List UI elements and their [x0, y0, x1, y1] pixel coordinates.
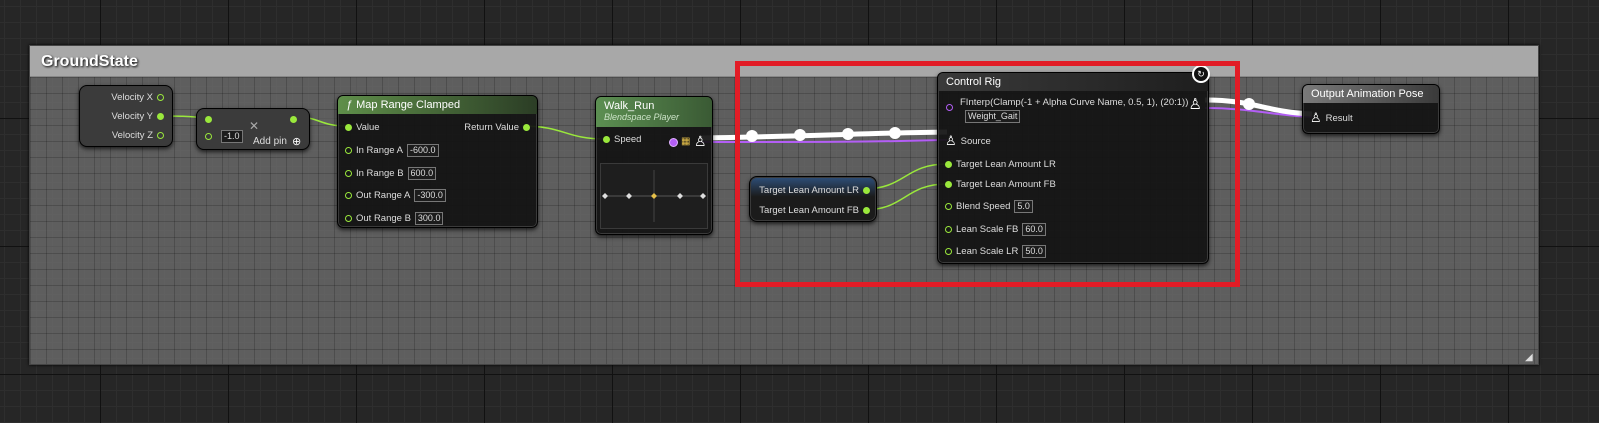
velocity-node[interactable]: Velocity X Velocity Y Velocity Z: [79, 85, 173, 147]
float-pin-icon[interactable]: [290, 116, 297, 123]
pin-out-range-a[interactable]: Out Range A -300.0: [345, 189, 446, 202]
float-pin-icon[interactable]: [205, 133, 212, 140]
float-pin-icon[interactable]: [157, 113, 164, 120]
float-pin-icon[interactable]: [345, 170, 352, 177]
blendspace-preview: [600, 163, 708, 229]
node-header[interactable]: Walk_Run Blendspace Player: [596, 97, 712, 127]
resize-grip-icon[interactable]: ◢: [1525, 352, 1535, 363]
float-pin-icon[interactable]: [523, 124, 530, 131]
float-pin-icon[interactable]: [345, 147, 352, 154]
float-pin-icon[interactable]: [205, 116, 212, 123]
add-pin-label[interactable]: Add pin: [253, 136, 287, 147]
pin-speed[interactable]: Speed: [603, 134, 641, 145]
blendspace-graph: [602, 170, 706, 222]
float-pin-icon[interactable]: [603, 136, 610, 143]
node-header[interactable]: Output Animation Pose: [1303, 85, 1439, 103]
pin-label: In Range A: [356, 145, 404, 156]
pin-return-value[interactable]: Return Value: [464, 122, 530, 133]
node-title: Walk_Run: [604, 100, 655, 112]
node-title: Output Animation Pose: [1311, 88, 1424, 100]
node-title: Map Range Clamped: [356, 99, 461, 111]
value-field[interactable]: 600.0: [407, 167, 437, 180]
blendspace-player-node[interactable]: Walk_Run Blendspace Player Speed ▦ ♙: [595, 96, 713, 235]
bool-pin-icon[interactable]: [669, 138, 678, 147]
float-pin-icon[interactable]: [345, 215, 352, 222]
pin-in-range-a[interactable]: In Range A -600.0: [345, 144, 439, 157]
pin-label: Return Value: [464, 122, 519, 133]
pin-result[interactable]: ♙ Result: [1310, 110, 1353, 126]
pin-label: Velocity Z: [111, 130, 153, 141]
grid-icon: ▦: [681, 136, 691, 147]
pin-label: Velocity Y: [111, 111, 153, 122]
float-pin-icon[interactable]: [345, 124, 352, 131]
float-pin-icon[interactable]: [345, 192, 352, 199]
add-pin-icon[interactable]: ⊕: [292, 135, 301, 148]
output-animation-pose-node[interactable]: Output Animation Pose ♙ Result: [1302, 84, 1440, 134]
pin-label: Velocity X: [111, 92, 153, 103]
map-range-clamped-node[interactable]: ƒ Map Range Clamped Value Return Value In…: [337, 95, 538, 228]
value-field[interactable]: -300.0: [414, 189, 446, 202]
node-header[interactable]: ƒ Map Range Clamped: [338, 96, 537, 114]
pose-pin-icon[interactable]: ♙: [694, 133, 707, 150]
pin-label: Value: [356, 122, 380, 133]
highlight-annotation-box: [735, 61, 1240, 287]
wire-reroute-dot[interactable]: [1243, 98, 1255, 110]
node-subtitle: Blendspace Player: [604, 112, 680, 122]
pose-pin-icon[interactable]: ♙: [1310, 110, 1322, 126]
pin-velocity-z[interactable]: Velocity Z: [112, 130, 164, 141]
value-field[interactable]: -600.0: [407, 144, 439, 157]
pin-value[interactable]: Value: [345, 122, 380, 133]
pin-label: Result: [1325, 112, 1353, 124]
pin-velocity-y[interactable]: Velocity Y: [111, 111, 164, 122]
value-field[interactable]: 300.0: [414, 212, 444, 225]
function-icon: ƒ: [346, 99, 353, 111]
pin-label: In Range B: [356, 168, 404, 179]
float-pin-icon[interactable]: [157, 132, 164, 139]
pin-label: Speed: [614, 134, 642, 145]
pin-in-range-b[interactable]: In Range B 600.0: [345, 167, 437, 180]
pin-label: Out Range B: [356, 213, 411, 224]
pin-velocity-x[interactable]: Velocity X: [111, 92, 164, 103]
add-value-field[interactable]: -1.0: [221, 130, 243, 143]
pin-label: Out Range A: [356, 190, 411, 201]
pin-out-range-b[interactable]: Out Range B 300.0: [345, 212, 444, 225]
add-node[interactable]: -1.0 ✕ Add pin ⊕: [196, 108, 310, 150]
float-pin-icon[interactable]: [157, 94, 164, 101]
close-icon[interactable]: ✕: [249, 119, 259, 133]
